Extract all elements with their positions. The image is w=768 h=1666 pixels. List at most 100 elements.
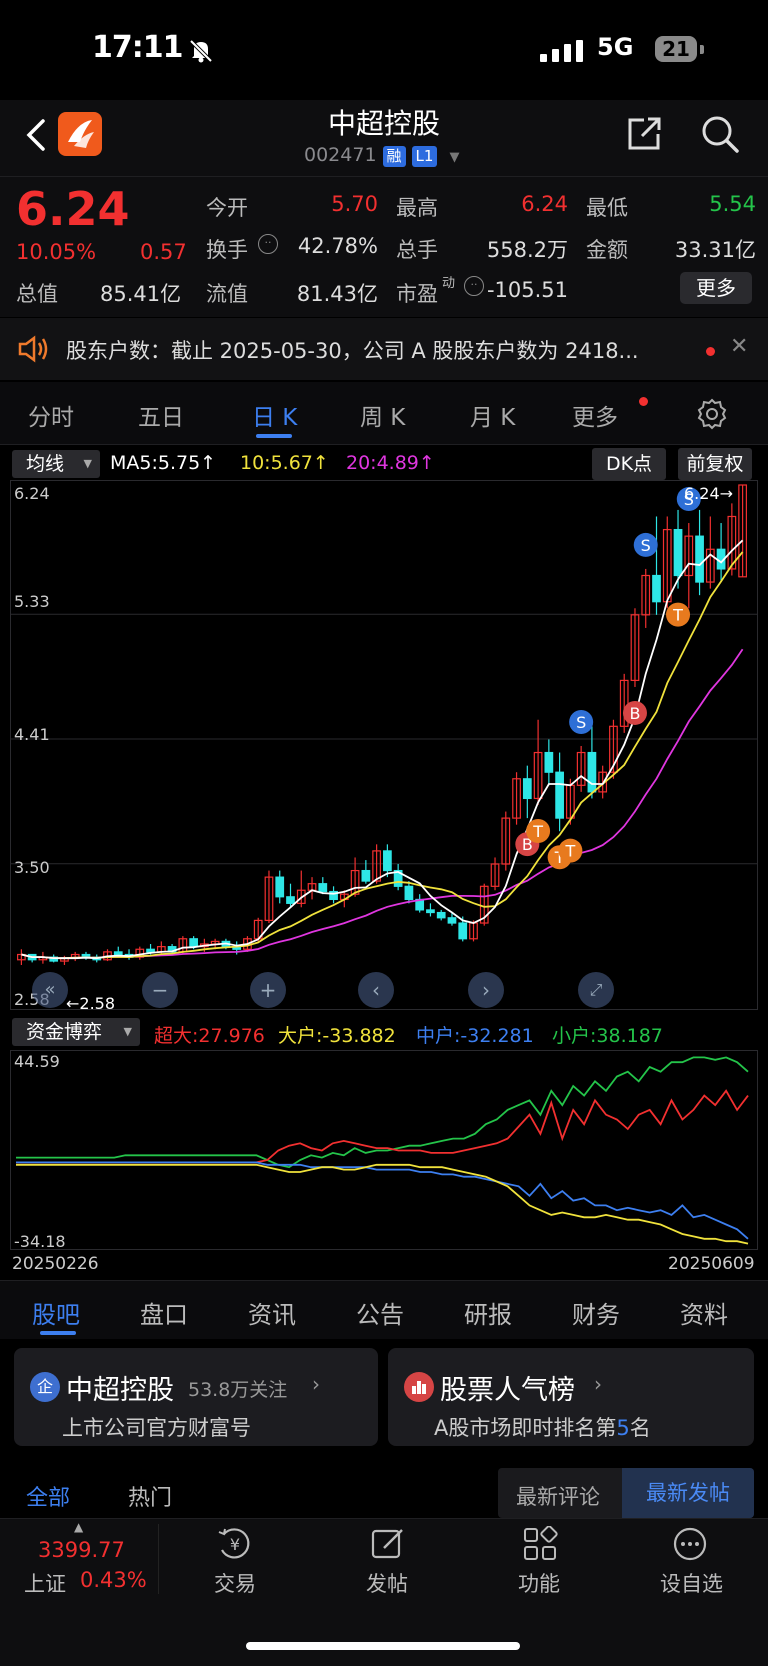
zoom-out-icon[interactable]: − xyxy=(142,972,178,1008)
margin-tag: 融 xyxy=(382,146,406,167)
max-price-marker: 6.24→ xyxy=(684,484,734,503)
fund-super-value: 超大:27.976 xyxy=(154,1025,265,1047)
caret-down-icon: ▼ xyxy=(123,1025,132,1038)
active-tab-indicator xyxy=(256,434,292,438)
company-subtitle: 上市公司官方财富号 xyxy=(62,1416,251,1440)
settings-gear-icon[interactable] xyxy=(696,398,728,434)
y-label-4: 3.50 xyxy=(14,858,50,877)
nav-post[interactable]: 发帖 xyxy=(366,1568,408,1598)
tab-guba[interactable]: 股吧 xyxy=(32,1295,80,1330)
post-edit-icon[interactable] xyxy=(370,1526,406,1566)
fund-indicator-selector[interactable]: 资金博弈 ▼ xyxy=(12,1018,140,1046)
svg-text:¥: ¥ xyxy=(230,1535,240,1554)
scroll-right-icon[interactable]: › xyxy=(468,972,504,1008)
share-icon[interactable] xyxy=(624,114,664,158)
company-name: 中超控股 xyxy=(66,1375,174,1406)
ma20-line xyxy=(21,648,744,960)
nav-functions[interactable]: 功能 xyxy=(518,1568,560,1598)
y-label-2: 5.33 xyxy=(14,592,50,611)
turnover-label: 换手 xyxy=(206,238,248,262)
tab-monthly-k[interactable]: 月 K xyxy=(470,398,515,432)
close-icon[interactable]: ✕ xyxy=(730,334,748,359)
candle-down xyxy=(587,751,597,793)
market-cap-value: 85.41亿 xyxy=(100,282,182,306)
chevron-right-icon: › xyxy=(312,1372,320,1396)
candle-down xyxy=(113,951,123,956)
tab-intraday[interactable]: 分时 xyxy=(28,398,74,432)
candle-down xyxy=(652,574,661,603)
filter-hot[interactable]: 热门 xyxy=(128,1480,172,1512)
sort-latest-comment[interactable]: 最新评论 xyxy=(516,1481,600,1511)
search-icon[interactable] xyxy=(700,114,740,158)
filter-all[interactable]: 全部 xyxy=(26,1480,70,1512)
stock-code-row[interactable]: 002471 融 L1 ▼ xyxy=(304,144,460,167)
rank-chart-icon xyxy=(404,1372,434,1402)
company-followers: 53.8万关注 xyxy=(188,1379,288,1401)
low-label: 最低 xyxy=(586,196,628,220)
candle-down xyxy=(447,917,457,924)
nav-trade[interactable]: 交易 xyxy=(214,1568,256,1598)
index-name[interactable]: 上证 xyxy=(24,1568,66,1598)
fullscreen-icon[interactable]: ⤢ xyxy=(578,972,614,1008)
kline-chart[interactable]: BTT TS BSTS xyxy=(10,480,758,1010)
cellular-signal-icon xyxy=(540,40,586,66)
candle-down xyxy=(436,911,446,919)
more-dots-icon[interactable] xyxy=(672,1526,708,1566)
rank-number: 5 xyxy=(616,1416,630,1440)
ma10-value: 10:5.67↑ xyxy=(240,452,329,474)
rank-prefix: A股市场即时排名第 xyxy=(434,1416,617,1440)
tab-research[interactable]: 研报 xyxy=(464,1295,512,1330)
index-change-pct[interactable]: 0.43% xyxy=(80,1568,147,1592)
tab-weekly-k[interactable]: 周 K xyxy=(360,398,405,432)
fund-flow-chart[interactable] xyxy=(10,1050,758,1250)
bell-muted-icon xyxy=(188,38,214,68)
info-icon[interactable]: ·· xyxy=(464,276,484,296)
fund-large-value: 大户:-33.882 xyxy=(278,1025,396,1047)
fund-selector-label: 资金博弈 xyxy=(26,1021,103,1043)
tab-five-day[interactable]: 五日 xyxy=(138,398,184,432)
unread-dot xyxy=(706,347,715,356)
candle-down xyxy=(522,778,532,800)
tab-profile[interactable]: 资料 xyxy=(680,1295,728,1330)
active-tab-indicator xyxy=(40,1331,76,1335)
chevron-down-icon: ▼ xyxy=(449,150,460,165)
tab-news[interactable]: 资讯 xyxy=(248,1295,296,1330)
sort-latest-post[interactable]: 最新发帖 xyxy=(622,1468,754,1518)
functions-grid-icon[interactable] xyxy=(522,1525,558,1566)
index-value[interactable]: 3399.77 xyxy=(38,1538,125,1562)
nav-add-watchlist[interactable]: 设自选 xyxy=(660,1568,723,1598)
candle-down xyxy=(189,938,198,948)
tab-more[interactable]: 更多 xyxy=(572,398,618,432)
level-tag: L1 xyxy=(411,146,438,167)
tab-pankou[interactable]: 盘口 xyxy=(140,1295,188,1330)
candle-down xyxy=(544,751,554,773)
scroll-start-icon[interactable]: « xyxy=(32,972,68,1008)
nav-divider xyxy=(158,1524,159,1594)
notice-text[interactable]: 股东户数：截止 2025-05-30，公司 A 股股东户数为 2418... xyxy=(66,335,639,365)
tab-announcement[interactable]: 公告 xyxy=(356,1295,404,1330)
candle-down xyxy=(383,850,392,872)
speaker-icon xyxy=(16,334,50,368)
y-label-max: 6.24 xyxy=(14,484,50,503)
ma-selector[interactable]: 均线 ▼ xyxy=(12,450,100,478)
candle-down xyxy=(673,528,683,577)
scroll-left-icon[interactable]: ‹ xyxy=(358,972,394,1008)
network-type: 5G xyxy=(597,33,634,61)
candle-down xyxy=(318,883,328,893)
trade-yuan-icon[interactable]: ¥ xyxy=(216,1526,254,1566)
caret-down-icon: ▼ xyxy=(83,457,92,470)
candle-down xyxy=(361,869,371,882)
tab-daily-k[interactable]: 日 K xyxy=(252,398,297,432)
tab-finance[interactable]: 财务 xyxy=(572,1295,620,1330)
info-icon[interactable]: ·· xyxy=(258,234,278,254)
y-label-3: 4.41 xyxy=(14,725,50,744)
change-percent: 10.05% xyxy=(16,240,97,264)
dk-point-button[interactable]: DK点 xyxy=(592,448,666,480)
price-adjust-button[interactable]: 前复权 xyxy=(678,448,752,480)
open-value: 5.70 xyxy=(331,192,378,216)
more-quote-button[interactable]: 更多 xyxy=(680,272,752,304)
chevron-right-icon: › xyxy=(594,1372,602,1396)
fund-line-medium xyxy=(16,1161,749,1240)
zoom-in-icon[interactable]: + xyxy=(250,972,286,1008)
high-label: 最高 xyxy=(396,196,438,220)
